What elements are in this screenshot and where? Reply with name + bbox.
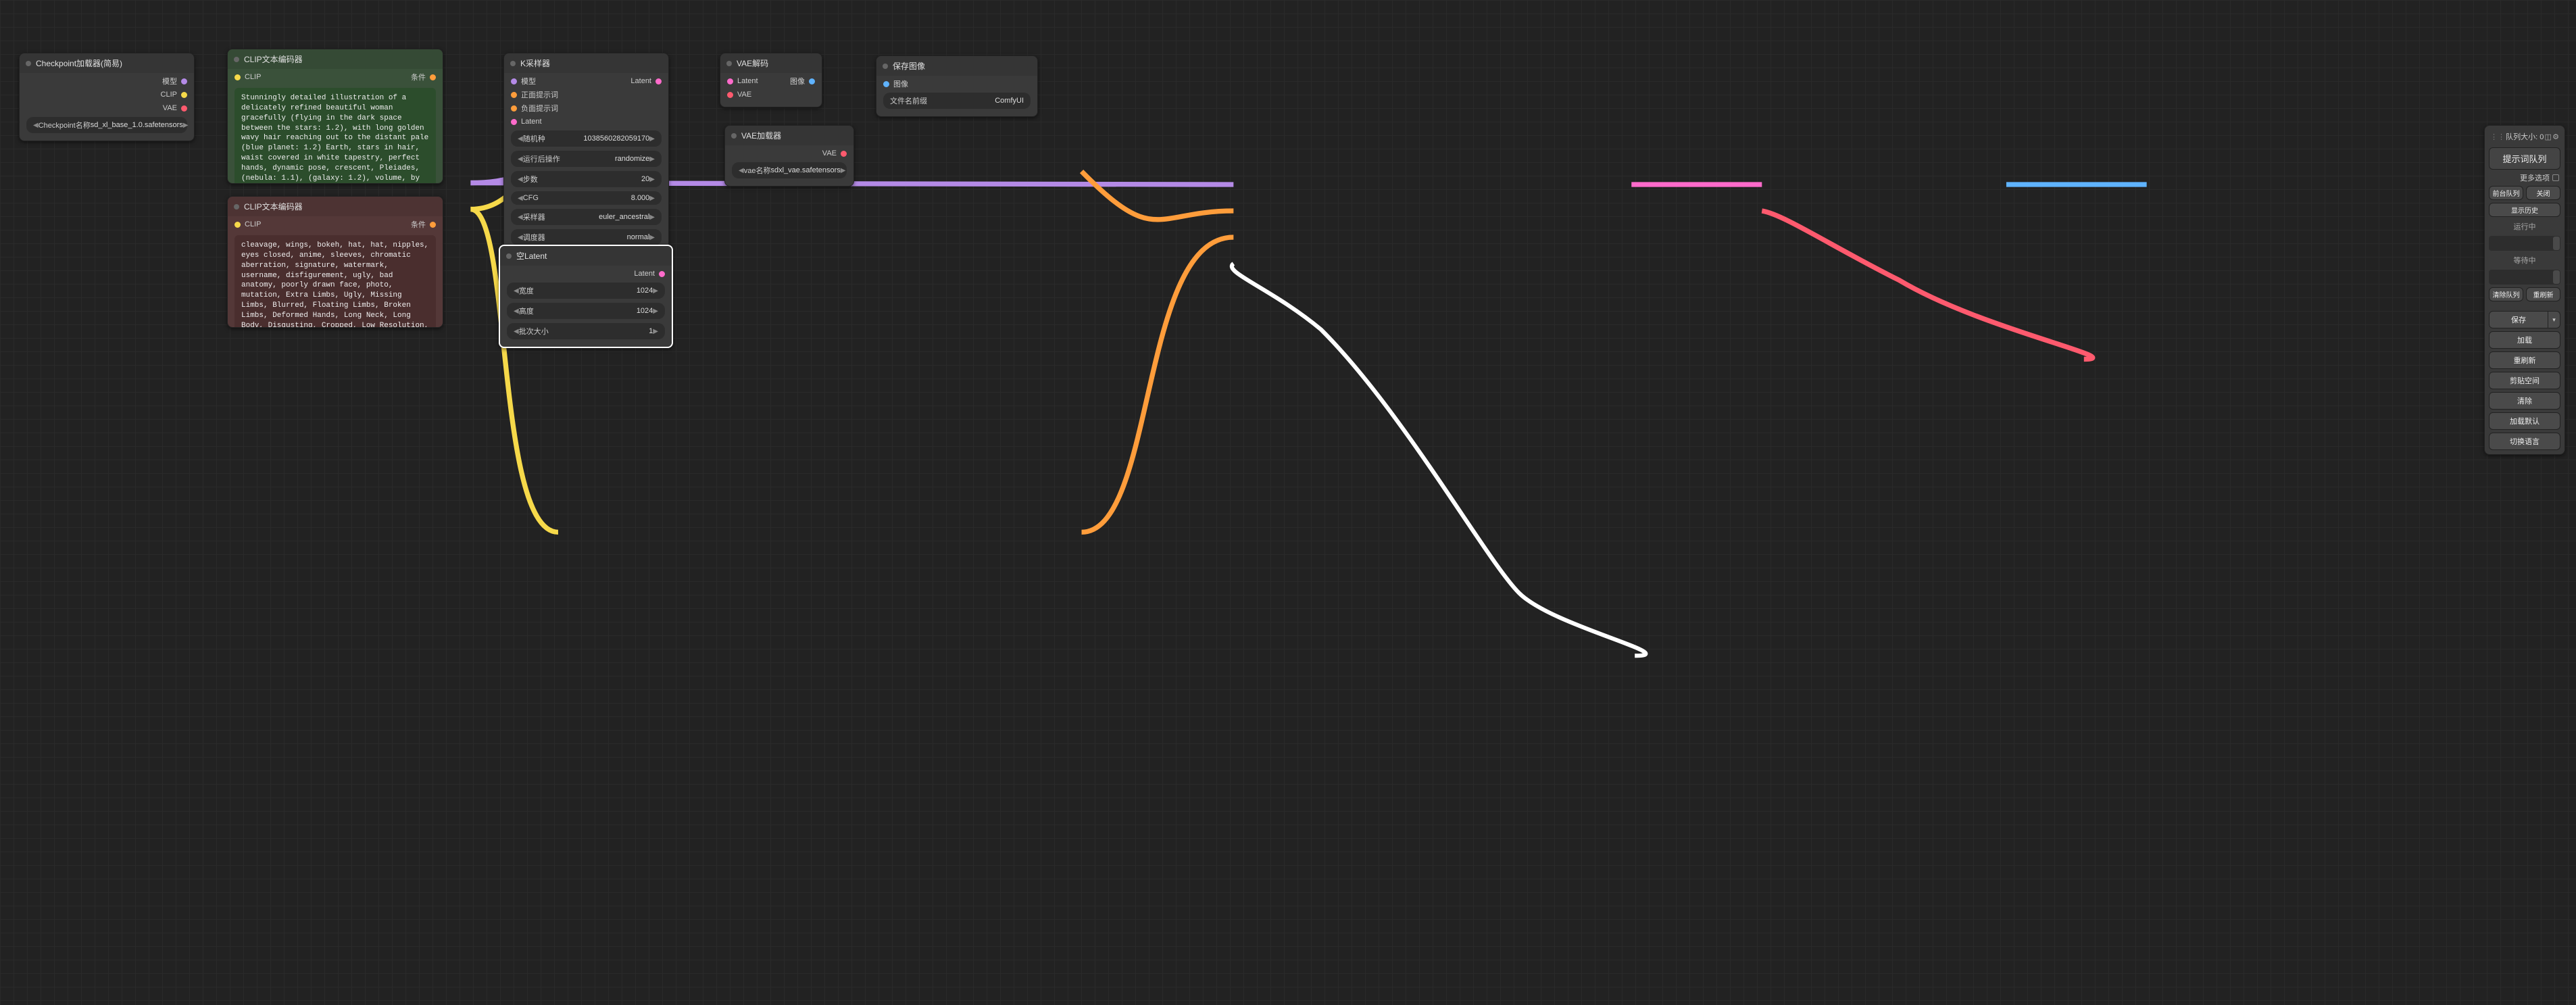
load-default-button[interactable]: 加载默认 [2489,412,2560,430]
waiting-label: 等待中 [2489,253,2560,267]
save-dropdown-button[interactable]: ▾ [2548,311,2560,328]
sampler-widget[interactable]: ◀采样器euler_ancestral▶ [511,209,662,225]
refresh-button[interactable]: 重刷新 [2489,351,2560,369]
node-clip-text-encode-negative[interactable]: CLIP文本编码器 CLIP 条件 cleavage, wings, bokeh… [227,196,443,328]
output-clip[interactable]: CLIP [161,89,187,101]
close-button[interactable]: 关闭 [2526,186,2560,200]
switch-language-button[interactable]: 切换语言 [2489,433,2560,450]
node-title: CLIP文本编码器 [228,49,443,69]
node-vae-loader[interactable]: VAE加载器 VAE ◀vae名称sdxl_vae.safetensors▶ [724,125,854,187]
show-history-button[interactable]: 显示历史 [2489,203,2560,217]
pin-icon[interactable]: ◫ [2545,132,2552,141]
node-title: 保存图像 [876,56,1037,76]
cfg-widget[interactable]: ◀CFG8.000▶ [511,191,662,205]
node-vae-decode[interactable]: VAE解码 Latent 图像 VAE [720,53,822,107]
load-button[interactable]: 加载 [2489,331,2560,349]
output-latent[interactable]: Latent [630,75,662,87]
input-model[interactable]: 模型 [511,75,536,87]
input-image[interactable]: 图像 [883,78,908,90]
output-vae[interactable]: VAE [163,102,187,114]
node-title: K采样器 [504,53,668,73]
scheduler-widget[interactable]: ◀调度器normal▶ [511,229,662,245]
refresh-queue-button[interactable]: 重刷新 [2526,287,2560,301]
node-title: VAE解码 [720,53,822,73]
output-vae[interactable]: VAE [822,147,847,160]
input-clip[interactable]: CLIP [234,218,261,230]
width-widget[interactable]: ◀宽度1024▶ [507,283,665,299]
clear-queue-button[interactable]: 清除队列 [2489,287,2523,301]
input-vae[interactable]: VAE [727,89,751,101]
node-checkpoint-loader[interactable]: Checkpoint加载器(简易) 模型 CLIP VAE ◀ Checkpoi… [19,53,195,141]
node-title: VAE加载器 [725,126,853,145]
output-image[interactable]: 图像 [790,75,815,87]
output-model[interactable]: 模型 [162,75,187,87]
input-clip[interactable]: CLIP [234,71,261,83]
output-conditioning[interactable]: 条件 [411,218,436,230]
filename-prefix-widget[interactable]: 文件名前缀ComfyUI [883,93,1031,109]
prompt-text[interactable]: Stunningly detailed illustration of a de… [234,88,436,184]
node-title: 空Latent [500,246,672,266]
running-label: 运行中 [2489,220,2560,233]
input-positive[interactable]: 正面提示词 [511,89,558,101]
drag-handle-icon[interactable]: ⋮⋮ [2490,132,2505,141]
node-ksampler[interactable]: K采样器 模型 Latent 正面提示词 负面提示词 Latent ◀随机种10… [503,53,669,274]
input-negative[interactable]: 负面提示词 [511,102,558,114]
clipspace-button[interactable]: 剪贴空间 [2489,372,2560,389]
control-after-generate-widget[interactable]: ◀运行后操作randomize▶ [511,151,662,167]
node-clip-text-encode-positive[interactable]: CLIP文本编码器 CLIP 条件 Stunningly detailed il… [227,49,443,184]
checkpoint-name-widget[interactable]: ◀ Checkpoint名称 sd_xl_base_1.0.safetensor… [26,117,187,133]
input-latent[interactable]: Latent [727,75,758,87]
input-latent[interactable]: Latent [511,116,542,128]
node-title: Checkpoint加载器(简易) [20,53,194,73]
node-empty-latent[interactable]: 空Latent Latent ◀宽度1024▶ ◀高度1024▶ ◀批次大小1▶ [499,245,673,348]
node-save-image[interactable]: 保存图像 图像 文件名前缀ComfyUI [876,55,1038,117]
vae-name-widget[interactable]: ◀vae名称sdxl_vae.safetensors▶ [732,162,847,178]
control-panel[interactable]: ⋮⋮ 队列大小: 0 ◫ ⚙ 提示词队列 更多选项 前台队列 关闭 显示历史 运… [2484,125,2565,455]
prompt-text[interactable]: cleavage, wings, bokeh, hat, hat, nipple… [234,235,436,328]
running-list[interactable] [2489,236,2560,251]
output-latent[interactable]: Latent [634,268,665,280]
more-options-checkbox[interactable]: 更多选项 [2489,172,2560,183]
gear-icon[interactable]: ⚙ [2552,132,2559,141]
save-button[interactable]: 保存 [2489,311,2548,328]
queue-prompt-button[interactable]: 提示词队列 [2489,147,2560,170]
seed-widget[interactable]: ◀随机种1038560282059170▶ [511,130,662,147]
output-conditioning[interactable]: 条件 [411,71,436,83]
height-widget[interactable]: ◀高度1024▶ [507,303,665,319]
queue-size-label: 队列大小: 0 [2506,131,2544,142]
node-title: CLIP文本编码器 [228,197,443,216]
batch-size-widget[interactable]: ◀批次大小1▶ [507,323,665,339]
front-queue-button[interactable]: 前台队列 [2489,186,2523,200]
clear-button[interactable]: 清除 [2489,392,2560,410]
steps-widget[interactable]: ◀步数20▶ [511,171,662,187]
waiting-list[interactable] [2489,270,2560,285]
